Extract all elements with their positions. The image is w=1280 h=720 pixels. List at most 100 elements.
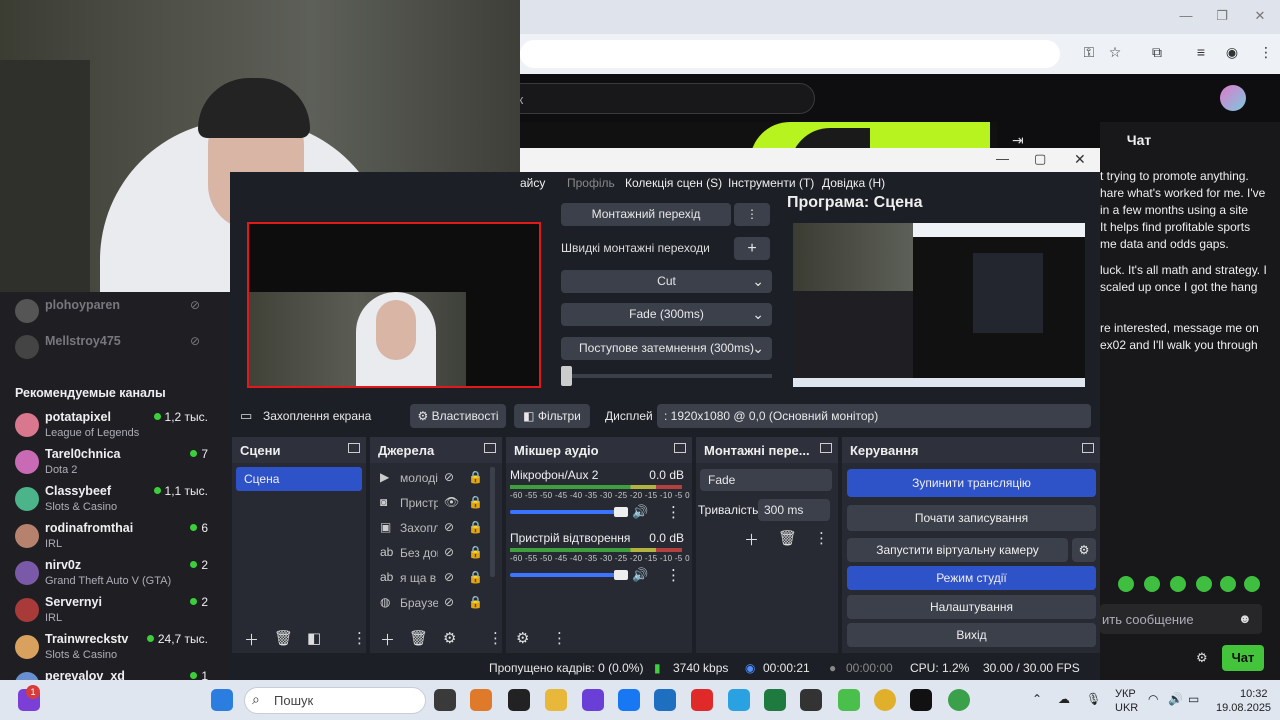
- lock-icon[interactable]: 🔒: [468, 545, 483, 559]
- sidebar-channel[interactable]: nirv0z Grand Theft Auto V (GTA) 2: [15, 558, 220, 592]
- gear-icon[interactable]: ⚙: [1196, 650, 1208, 666]
- popout-icon[interactable]: [348, 443, 360, 453]
- menu-profile[interactable]: Профіль: [567, 176, 615, 190]
- extensions-icon[interactable]: ⧉: [1146, 44, 1168, 64]
- display-select[interactable]: : 1920x1080 @ 0,0 (Основний монітор): [657, 404, 1091, 428]
- menu-icon[interactable]: ⋮: [1255, 44, 1277, 64]
- store-icon[interactable]: [654, 689, 676, 711]
- volume-slider[interactable]: [510, 573, 622, 577]
- key-icon[interactable]: ⚿: [1078, 44, 1100, 64]
- profile-icon[interactable]: ◉: [1221, 44, 1243, 64]
- popout-icon[interactable]: [820, 443, 832, 453]
- visibility-icon[interactable]: ⊘: [444, 470, 454, 484]
- avatar[interactable]: [1220, 85, 1246, 111]
- excel-icon[interactable]: [764, 689, 786, 711]
- menu-file[interactable]: айсу: [520, 176, 545, 190]
- source-item[interactable]: ◍ Браузе ⊘ 🔒: [378, 593, 488, 615]
- trash-icon[interactable]: 🗑: [409, 629, 428, 647]
- popout-icon[interactable]: [1082, 443, 1094, 453]
- t-bar-track[interactable]: [561, 374, 772, 378]
- add-icon[interactable]: ＋: [380, 629, 395, 650]
- lock-icon[interactable]: 🔒: [468, 495, 483, 509]
- sidebar-channel[interactable]: Servernyi IRL 2: [15, 595, 220, 629]
- lock-icon[interactable]: 🔒: [468, 520, 483, 534]
- volume-icon[interactable]: 🔊: [1168, 692, 1183, 706]
- more-icon[interactable]: ⋮: [666, 503, 681, 521]
- collapse-icon[interactable]: ⇥: [1012, 132, 1024, 149]
- trash-icon[interactable]: 🗑: [274, 629, 293, 647]
- battery-icon[interactable]: ▭: [1188, 692, 1199, 706]
- more-icon[interactable]: ⋮: [552, 629, 567, 647]
- lock-icon[interactable]: 🔒: [468, 570, 483, 584]
- duration-input[interactable]: 300 ms: [758, 499, 830, 521]
- transition-select[interactable]: Fade: [700, 469, 832, 491]
- sidebar-channel-offline[interactable]: plohoyparen ⊘: [15, 296, 220, 330]
- selection-box[interactable]: [247, 222, 541, 388]
- chevron-up-icon[interactable]: ⌃: [1032, 692, 1042, 706]
- more-icon[interactable]: ⋮: [666, 566, 681, 584]
- transition-button[interactable]: Монтажний перехід: [561, 203, 731, 226]
- volume-knob[interactable]: [614, 570, 628, 580]
- maximize-icon[interactable]: ▢: [1034, 151, 1046, 167]
- audio-app-icon[interactable]: [910, 689, 932, 711]
- gear-icon[interactable]: ⚙: [1072, 538, 1096, 562]
- taskbar-search[interactable]: [244, 687, 426, 714]
- source-item[interactable]: ab я ща в ⊘ 🔒: [378, 568, 488, 590]
- restore-icon[interactable]: ❐: [1212, 8, 1232, 26]
- app-icon[interactable]: [582, 689, 604, 711]
- menu-scene-collection[interactable]: Колекція сцен (S): [625, 176, 722, 190]
- sidebar-channel[interactable]: rodinafromthai IRL 6: [15, 521, 220, 555]
- properties-button[interactable]: ⚙ Властивості: [410, 404, 506, 428]
- windows-start-icon[interactable]: [211, 689, 233, 711]
- volume-slider[interactable]: [510, 510, 622, 514]
- file-explorer-icon[interactable]: [545, 689, 567, 711]
- filters-button[interactable]: ◧ Фільтри: [514, 404, 590, 428]
- source-item[interactable]: ▶ молоді ⊘ 🔒: [378, 468, 488, 490]
- lock-icon[interactable]: 🔒: [468, 595, 483, 609]
- add-icon[interactable]: +: [734, 237, 770, 260]
- visibility-icon[interactable]: ⊘: [444, 520, 454, 534]
- more-icon[interactable]: ⋮: [734, 203, 770, 226]
- address-bar[interactable]: [520, 40, 1060, 68]
- app-icon[interactable]: [800, 689, 822, 711]
- scene-item[interactable]: Сцена: [236, 467, 362, 491]
- quick-transition-fade-black[interactable]: Поступове затемнення (300ms): [561, 337, 772, 360]
- obs-icon[interactable]: [508, 689, 530, 711]
- settings-button[interactable]: Налаштування: [847, 595, 1096, 619]
- stop-streaming-button[interactable]: Зупинити трансляцію: [847, 469, 1096, 497]
- more-icon[interactable]: ⋮: [488, 629, 503, 647]
- media-icon[interactable]: ≡: [1190, 44, 1212, 64]
- speaker-icon[interactable]: 🔊: [632, 567, 648, 583]
- add-icon[interactable]: ＋: [744, 529, 759, 550]
- chrome-icon[interactable]: [948, 689, 970, 711]
- more-icon[interactable]: ⋮: [814, 529, 829, 547]
- emoji-icon[interactable]: ☻: [1238, 611, 1252, 626]
- source-item[interactable]: ▣ Захопл ⊘ 🔒: [378, 518, 488, 540]
- start-recording-button[interactable]: Почати записування: [847, 505, 1096, 531]
- language-indicator[interactable]: УКР: [1115, 688, 1136, 700]
- quick-transition-cut[interactable]: Cut: [561, 270, 772, 293]
- minimize-icon[interactable]: —: [996, 151, 1009, 166]
- sidebar-channel[interactable]: potatapixel League of Legends 1,2 тыс.: [15, 410, 220, 444]
- popout-icon[interactable]: [484, 443, 496, 453]
- sidebar-channel-offline[interactable]: Mellstroy475 ⊘: [15, 332, 220, 366]
- visibility-icon[interactable]: ⊘: [444, 545, 454, 559]
- scrollbar[interactable]: [490, 467, 495, 577]
- source-item[interactable]: ◙ Пристр 👁 🔒: [378, 493, 488, 515]
- star-icon[interactable]: ☆: [1104, 44, 1126, 64]
- menu-tools[interactable]: Інструменти (T): [728, 176, 814, 190]
- cloud-icon[interactable]: ☁: [1058, 692, 1070, 706]
- exit-button[interactable]: Вихід: [847, 623, 1096, 647]
- more-icon[interactable]: ⋮: [352, 629, 367, 647]
- volume-knob[interactable]: [614, 507, 628, 517]
- chat-send-button[interactable]: Чат: [1222, 645, 1264, 671]
- gear-icon[interactable]: ⚙: [443, 629, 456, 647]
- microphone-icon[interactable]: 🎙: [1086, 692, 1101, 706]
- trash-icon[interactable]: 🗑: [778, 529, 797, 547]
- sidebar-channel[interactable]: Classybeef Slots & Casino 1,1 тыс.: [15, 484, 220, 518]
- copilot-icon[interactable]: [470, 689, 492, 711]
- quick-transition-fade[interactable]: Fade (300ms): [561, 303, 772, 326]
- search-input[interactable]: ск: [490, 83, 815, 114]
- studio-mode-button[interactable]: Режим студії: [847, 566, 1096, 590]
- task-view-icon[interactable]: [434, 689, 456, 711]
